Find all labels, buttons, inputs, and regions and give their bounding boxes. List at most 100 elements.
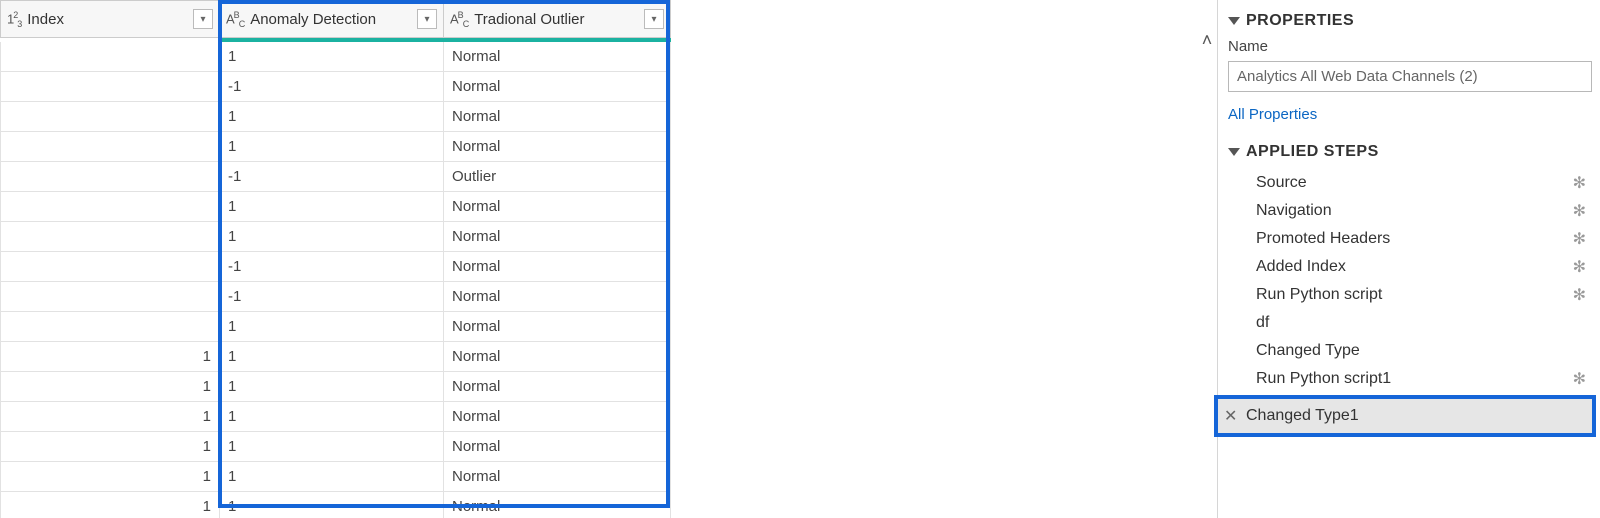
step-label: Navigation [1256,202,1332,220]
applied-step[interactable]: Changed Type [1228,337,1592,365]
cell-outlier[interactable]: Normal [444,492,671,518]
cell-outlier[interactable]: Normal [444,282,671,311]
cell-outlier[interactable]: Normal [444,462,671,491]
all-properties-link[interactable]: All Properties [1228,106,1592,123]
cell-index[interactable] [0,162,220,191]
cell-index[interactable]: 1 [0,432,220,461]
cell-index[interactable] [0,222,220,251]
cell-anomaly[interactable]: -1 [220,72,444,101]
table-row[interactable]: -1Outlier [0,162,671,192]
gear-icon[interactable]: ✻ [1573,201,1586,221]
gear-icon[interactable]: ✻ [1573,229,1586,249]
gear-icon[interactable]: ✻ [1573,285,1586,305]
cell-index[interactable]: 1 [0,402,220,431]
cell-index[interactable] [0,282,220,311]
applied-step[interactable]: Source✻ [1228,169,1592,197]
cell-outlier[interactable]: Normal [444,192,671,221]
cell-anomaly[interactable]: 1 [220,42,444,71]
gear-icon[interactable]: ✻ [1573,173,1586,193]
properties-section-header[interactable]: PROPERTIES [1228,12,1592,30]
table-row[interactable]: 1Normal [0,102,671,132]
cell-anomaly[interactable]: -1 [220,252,444,281]
applied-step[interactable]: Run Python script✻ [1228,281,1592,309]
table-row[interactable]: 1Normal [0,192,671,222]
filter-dropdown-icon[interactable]: ▾ [193,9,213,29]
data-grid-area: 123 Index ▾ ABC Anomaly Detection ▾ ABC … [0,0,1197,518]
cell-anomaly[interactable]: 1 [220,132,444,161]
cell-anomaly[interactable]: -1 [220,162,444,191]
applied-step[interactable]: Run Python script1✻ [1228,365,1592,393]
cell-outlier[interactable]: Normal [444,132,671,161]
cell-index[interactable]: 1 [0,372,220,401]
applied-steps-list: Source✻Navigation✻Promoted Headers✻Added… [1228,169,1592,393]
table-row[interactable]: 11Normal [0,462,671,492]
cell-outlier[interactable]: Normal [444,312,671,341]
column-header-row: 123 Index ▾ ABC Anomaly Detection ▾ ABC … [0,0,671,38]
applied-steps-section-header[interactable]: APPLIED STEPS [1228,143,1592,161]
cell-index[interactable] [0,102,220,131]
table-row[interactable]: 11Normal [0,432,671,462]
table-row[interactable]: 1Normal [0,222,671,252]
cell-index[interactable] [0,252,220,281]
table-row[interactable]: -1Normal [0,72,671,102]
cell-index[interactable] [0,192,220,221]
applied-steps-title: APPLIED STEPS [1246,143,1379,161]
cell-index[interactable] [0,72,220,101]
cell-index[interactable]: 1 [0,462,220,491]
cell-anomaly[interactable]: 1 [220,402,444,431]
cell-outlier[interactable]: Normal [444,222,671,251]
applied-step[interactable]: Added Index✻ [1228,253,1592,281]
gear-icon[interactable]: ✻ [1573,369,1586,389]
applied-step[interactable]: df [1228,309,1592,337]
cell-index[interactable] [0,132,220,161]
cell-index[interactable]: 1 [0,492,220,518]
cell-anomaly[interactable]: -1 [220,282,444,311]
cell-outlier[interactable]: Normal [444,72,671,101]
gear-icon[interactable]: ✻ [1573,257,1586,277]
cell-anomaly[interactable]: 1 [220,372,444,401]
column-header-anomaly[interactable]: ABC Anomaly Detection ▾ [220,1,444,37]
cell-index[interactable] [0,42,220,71]
applied-step[interactable]: Navigation ✻ [1228,197,1592,225]
cell-outlier[interactable]: Normal [444,102,671,131]
table-row[interactable]: 1Normal [0,312,671,342]
cell-anomaly[interactable]: 1 [220,222,444,251]
cell-outlier[interactable]: Normal [444,252,671,281]
cell-outlier[interactable]: Normal [444,402,671,431]
number-type-icon: 123 [7,10,21,29]
table-row[interactable]: -1Normal [0,282,671,312]
applied-step-selected[interactable]: ✕ Changed Type1 [1218,399,1592,433]
cell-outlier[interactable]: Normal [444,342,671,371]
table-row[interactable]: 11Normal [0,492,671,518]
filter-dropdown-icon[interactable]: ▾ [644,9,664,29]
table-row[interactable]: 11Normal [0,402,671,432]
table-row[interactable]: 11Normal [0,342,671,372]
cell-outlier[interactable]: Normal [444,372,671,401]
applied-step[interactable]: Promoted Headers✻ [1228,225,1592,253]
column-header-index[interactable]: 123 Index ▾ [0,1,220,37]
query-name-input[interactable] [1228,61,1592,92]
step-label: Changed Type [1256,342,1360,360]
table-row[interactable]: -1Normal [0,252,671,282]
cell-index[interactable] [0,312,220,341]
cell-index[interactable]: 1 [0,342,220,371]
text-type-icon: ABC [226,10,244,29]
table-row[interactable]: 1Normal [0,42,671,72]
cell-outlier[interactable]: Outlier [444,162,671,191]
cell-anomaly[interactable]: 1 [220,102,444,131]
delete-step-icon[interactable]: ✕ [1224,406,1237,426]
cell-anomaly[interactable]: 1 [220,312,444,341]
table-row[interactable]: 1Normal [0,132,671,162]
cell-anomaly[interactable]: 1 [220,432,444,461]
cell-anomaly[interactable]: 1 [220,342,444,371]
scroll-up-icon[interactable]: ˄ [1202,30,1213,51]
column-header-outlier[interactable]: ABC Tradional Outlier ▾ [444,1,671,37]
vertical-scrollbar[interactable]: ˄ [1197,0,1217,518]
cell-outlier[interactable]: Normal [444,432,671,461]
filter-dropdown-icon[interactable]: ▾ [417,9,437,29]
cell-outlier[interactable]: Normal [444,42,671,71]
cell-anomaly[interactable]: 1 [220,462,444,491]
table-row[interactable]: 11Normal [0,372,671,402]
cell-anomaly[interactable]: 1 [220,492,444,518]
cell-anomaly[interactable]: 1 [220,192,444,221]
